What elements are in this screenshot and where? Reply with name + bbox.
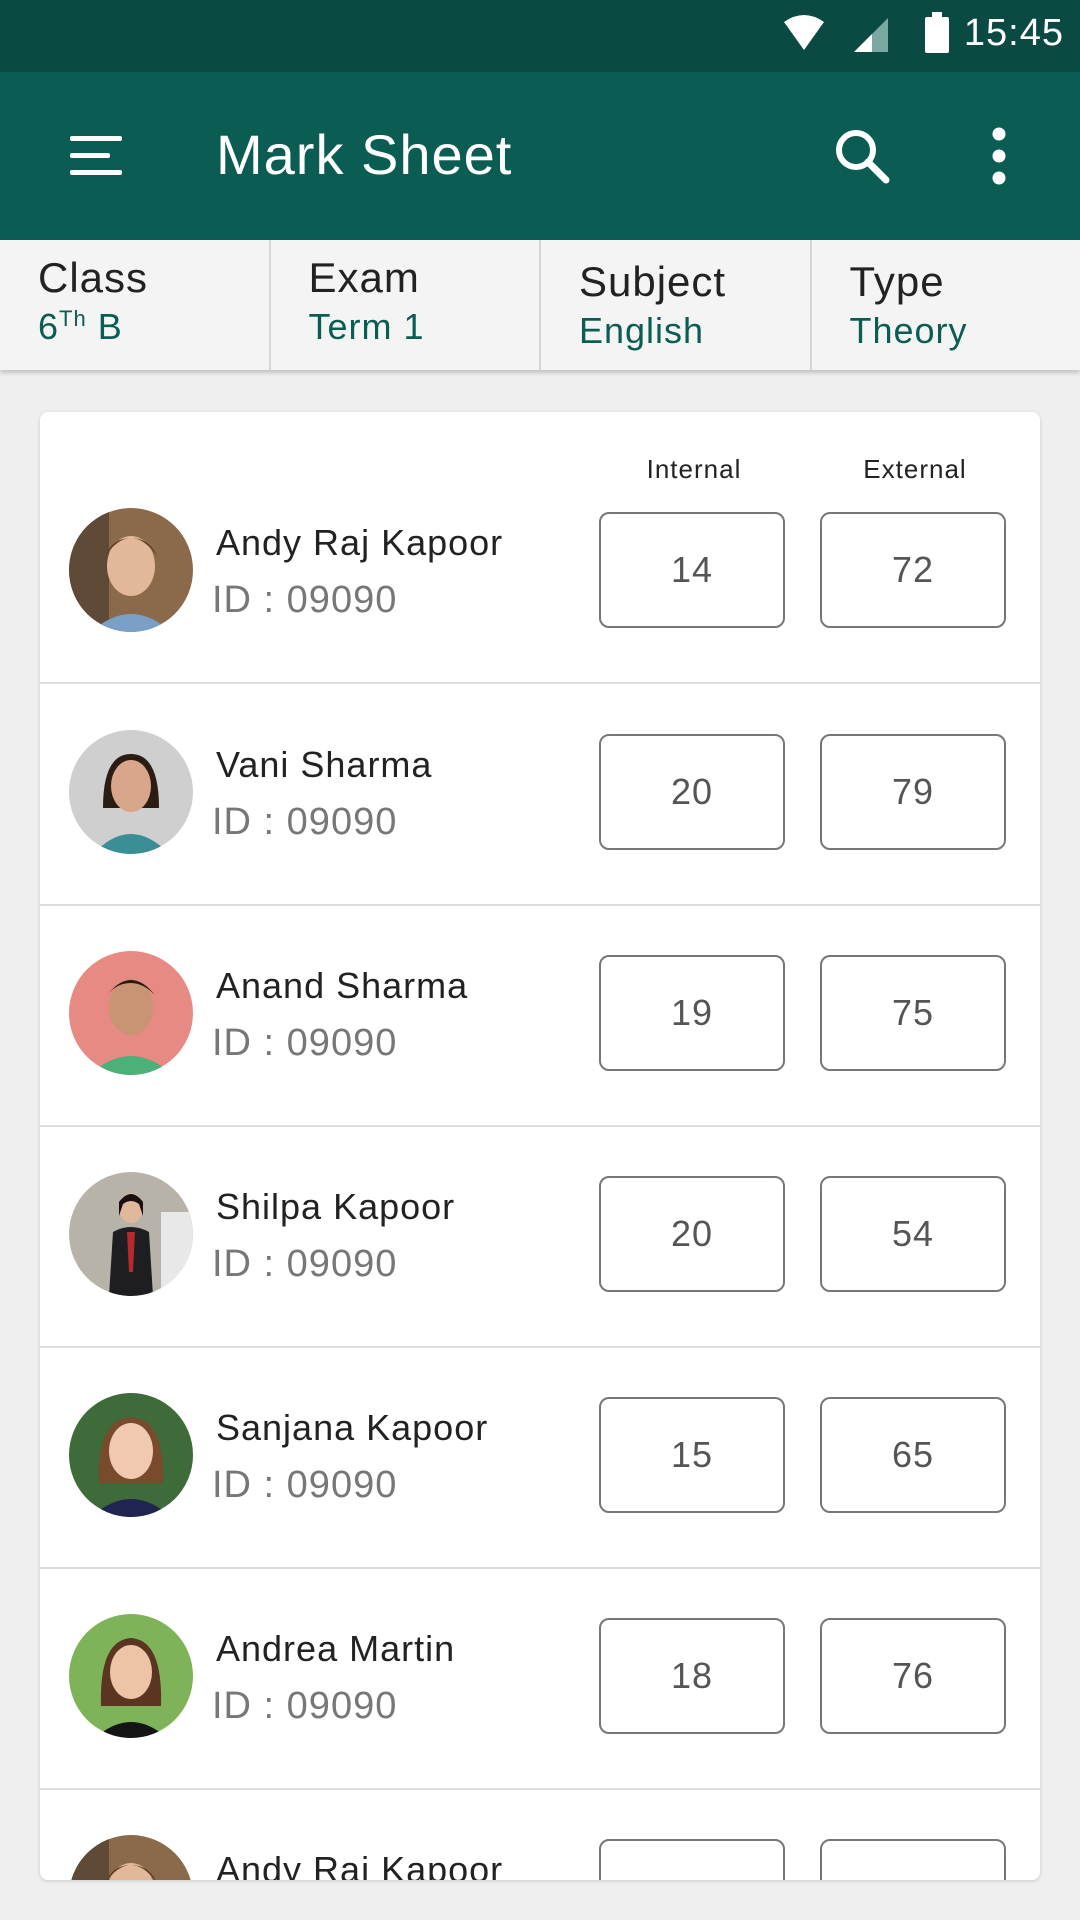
internal-mark-input[interactable]: 18: [599, 1618, 785, 1734]
external-mark-input[interactable]: 72: [820, 512, 1006, 628]
internal-mark-input[interactable]: [599, 1839, 785, 1880]
list-item[interactable]: Andrea Martin ID : 09090 18 76: [40, 1568, 1040, 1790]
list-item[interactable]: Anand Sharma ID : 09090 19 75: [40, 905, 1040, 1127]
student-name: Shilpa Kapoor: [216, 1186, 456, 1227]
internal-mark-input[interactable]: 15: [599, 1397, 785, 1513]
internal-mark-input[interactable]: 20: [599, 734, 785, 850]
mark-sheet-card: Internal External Andy Raj Kapoor ID : 0…: [40, 412, 1040, 1880]
avatar: [69, 730, 193, 854]
filter-type[interactable]: Type Theory: [812, 240, 1080, 370]
filter-bar: Class 6Th B Exam Term 1 Subject English …: [0, 240, 1080, 370]
internal-mark-input[interactable]: 14: [599, 512, 785, 628]
list-item[interactable]: Andy Raj Kapoor: [40, 1789, 1040, 1880]
battery-icon: [924, 12, 950, 59]
external-mark-input[interactable]: 65: [820, 1397, 1006, 1513]
avatar: [69, 1835, 193, 1880]
avatar: [69, 951, 193, 1075]
student-id: ID : 09090: [212, 1464, 398, 1506]
filter-exam-value: Term 1: [308, 306, 425, 347]
list-item[interactable]: Andy Raj Kapoor ID : 09090 14 72: [40, 412, 1040, 684]
avatar: [69, 508, 193, 632]
student-id: ID : 09090: [212, 801, 398, 843]
student-id: ID : 09090: [212, 579, 398, 621]
menu-icon[interactable]: [68, 134, 124, 178]
status-time: 15:45: [963, 12, 1064, 54]
external-mark-input[interactable]: 54: [820, 1176, 1006, 1292]
internal-mark-input[interactable]: 19: [599, 955, 785, 1071]
student-name: Sanjana Kapoor: [216, 1407, 489, 1448]
external-mark-input[interactable]: [820, 1839, 1006, 1880]
student-id: ID : 09090: [212, 1022, 398, 1064]
list-item[interactable]: Shilpa Kapoor ID : 09090 20 54: [40, 1126, 1040, 1348]
page-title: Mark Sheet: [216, 123, 513, 186]
filter-exam[interactable]: Exam Term 1: [271, 240, 541, 370]
internal-mark-input[interactable]: 20: [599, 1176, 785, 1292]
signal-icon: [850, 14, 890, 59]
student-name: Vani Sharma: [216, 744, 433, 785]
student-name: Andrea Martin: [216, 1628, 456, 1669]
list-item[interactable]: Vani Sharma ID : 09090 20 79: [40, 684, 1040, 906]
external-mark-input[interactable]: 79: [820, 734, 1006, 850]
filter-type-label: Type: [849, 258, 945, 305]
list-item[interactable]: Sanjana Kapoor ID : 09090 15 65: [40, 1347, 1040, 1569]
filter-subject[interactable]: Subject English: [541, 240, 812, 370]
status-bar: 15:45: [0, 0, 1080, 72]
avatar: [69, 1172, 193, 1296]
student-name: Anand Sharma: [216, 965, 469, 1006]
student-id: ID : 09090: [212, 1243, 398, 1285]
app-bar: Mark Sheet: [0, 72, 1080, 240]
filter-class[interactable]: Class 6Th B: [0, 240, 271, 370]
more-vert-icon[interactable]: [982, 126, 1016, 186]
filter-subject-value: English: [579, 310, 705, 351]
wifi-icon: [782, 14, 826, 59]
filter-subject-label: Subject: [579, 258, 727, 305]
avatar: [69, 1393, 193, 1517]
avatar: [69, 1614, 193, 1738]
student-id: ID : 09090: [212, 1685, 398, 1727]
external-mark-input[interactable]: 75: [820, 955, 1006, 1071]
filter-class-label: Class: [38, 254, 149, 301]
filter-type-value: Theory: [849, 310, 968, 351]
student-name: Andy Raj Kapoor: [216, 522, 504, 563]
external-mark-input[interactable]: 76: [820, 1618, 1006, 1734]
filter-exam-label: Exam: [308, 254, 420, 301]
search-icon[interactable]: [832, 126, 892, 186]
filter-class-value: 6Th B: [38, 306, 123, 347]
student-name: Andy Raj Kapoor: [216, 1849, 504, 1880]
